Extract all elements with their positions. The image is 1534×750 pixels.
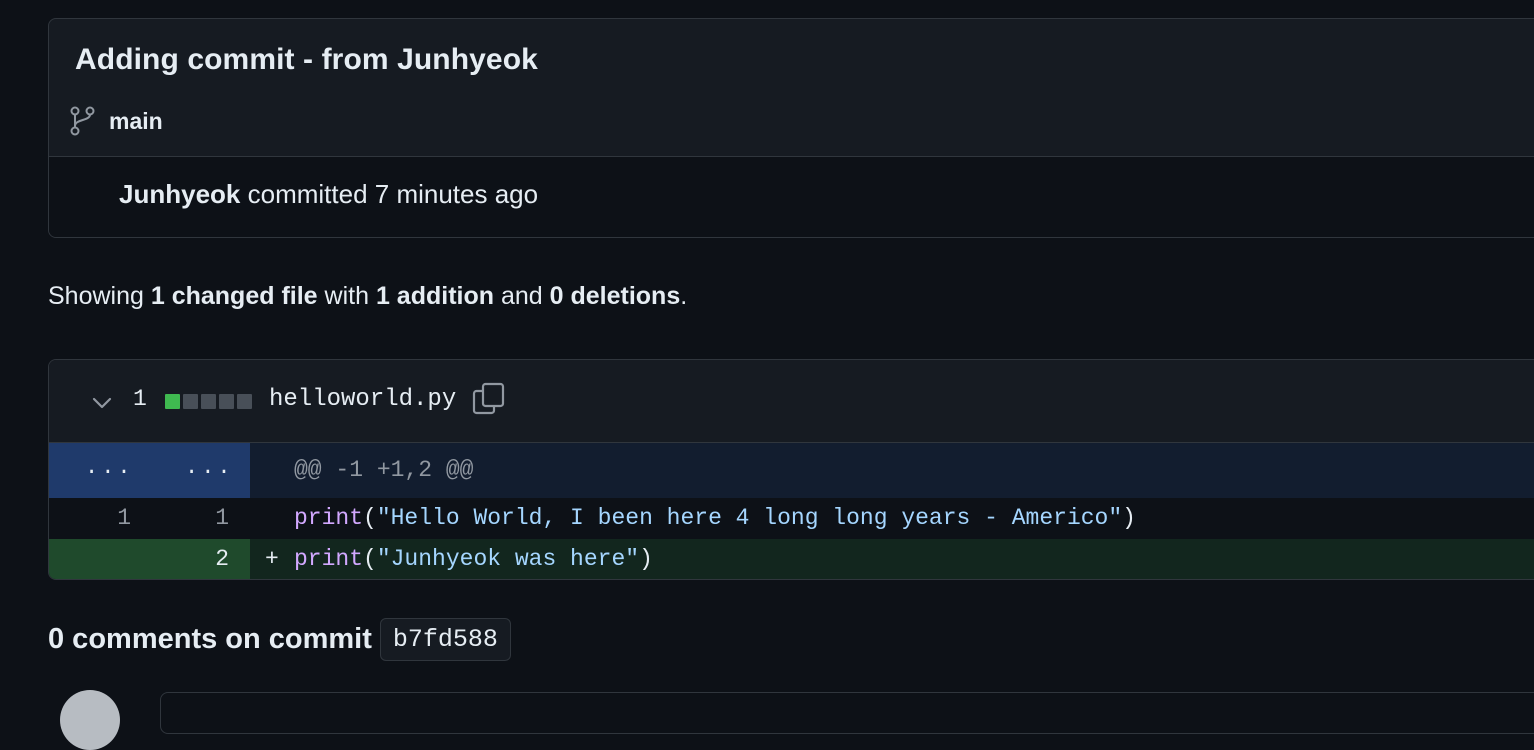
code-paren-close: ) <box>639 546 653 572</box>
diffstat-neutral-block <box>219 394 234 409</box>
expand-old-lines[interactable]: ... <box>85 455 134 480</box>
commit-time[interactable]: 7 minutes ago <box>375 179 538 209</box>
summary-with: with <box>324 282 369 310</box>
code-paren-open: ( <box>363 546 377 572</box>
comments-heading-text: 0 comments on commit <box>48 623 372 655</box>
file-header: 1 helloworld.py <box>49 360 1534 443</box>
comments-heading: 0 comments on commit b7fd588 <box>48 618 511 661</box>
commit-meta-text: Junhyeok committed 7 minutes ago <box>119 179 538 210</box>
commit-meta: Junhyeok committed 7 minutes ago <box>49 156 1534 237</box>
code-function: print <box>294 505 364 531</box>
code-line: print("Hello World, I been here 4 long l… <box>294 505 1136 531</box>
summary-and: and <box>500 282 543 310</box>
file-change-count: 1 <box>133 386 147 412</box>
summary-changed-files[interactable]: 1 changed file <box>151 282 318 310</box>
hunk-expander[interactable]: ... ... <box>49 443 250 498</box>
comment-input-box[interactable] <box>160 692 1534 734</box>
commit-title: Adding commit - from Junhyeok <box>75 43 538 76</box>
commit-action: committed <box>247 179 368 209</box>
new-line-number[interactable]: 1 <box>169 505 229 531</box>
diff-summary: Showing 1 changed file with 1 addition a… <box>48 282 687 311</box>
diffstat-neutral-block <box>183 394 198 409</box>
chevron-down-icon[interactable] <box>89 390 115 416</box>
code-string: "Hello World, I been here 4 long long ye… <box>376 505 1123 531</box>
git-branch-icon <box>69 106 95 136</box>
file-name-link[interactable]: helloworld.py <box>269 386 456 413</box>
diffstat-bar <box>165 394 252 409</box>
code-paren-close: ) <box>1122 505 1136 531</box>
code-function: print <box>294 546 364 572</box>
new-line-number[interactable]: 2 <box>169 546 229 572</box>
code-line: print("Junhyeok was here") <box>294 546 653 572</box>
commit-author-link[interactable]: Junhyeok <box>119 179 240 209</box>
code-string: "Junhyeok was here" <box>376 546 640 572</box>
diff-hunk-header: ... ... @@ -1 +1,2 @@ <box>49 443 1534 498</box>
diff-line-addition: 2 + print("Junhyeok was here") <box>49 539 1534 579</box>
expand-new-lines[interactable]: ... <box>185 455 234 480</box>
commit-header-box: Adding commit - from Junhyeok main Junhy… <box>48 18 1534 238</box>
file-diff: 1 helloworld.py ... ... @@ -1 +1,2 @@ 1 … <box>48 359 1534 580</box>
diffstat-neutral-block <box>201 394 216 409</box>
avatar[interactable] <box>60 690 120 750</box>
diff-line-context: 1 1 print("Hello World, I been here 4 lo… <box>49 498 1534 539</box>
branch-row[interactable]: main <box>69 105 163 137</box>
commit-sha-badge[interactable]: b7fd588 <box>379 618 511 661</box>
hunk-header-text: @@ -1 +1,2 @@ <box>294 457 474 483</box>
old-line-number[interactable]: 1 <box>71 505 131 531</box>
summary-suffix: . <box>680 282 688 310</box>
copy-icon[interactable] <box>472 382 506 421</box>
diffstat-addition-block <box>165 394 180 409</box>
diffstat-neutral-block <box>237 394 252 409</box>
code-paren-open: ( <box>363 505 377 531</box>
diff-sign: + <box>265 546 279 572</box>
summary-deletions: 0 deletions <box>549 282 681 310</box>
branch-name[interactable]: main <box>109 108 163 135</box>
summary-prefix: Showing <box>48 282 144 310</box>
summary-additions: 1 addition <box>375 282 495 310</box>
